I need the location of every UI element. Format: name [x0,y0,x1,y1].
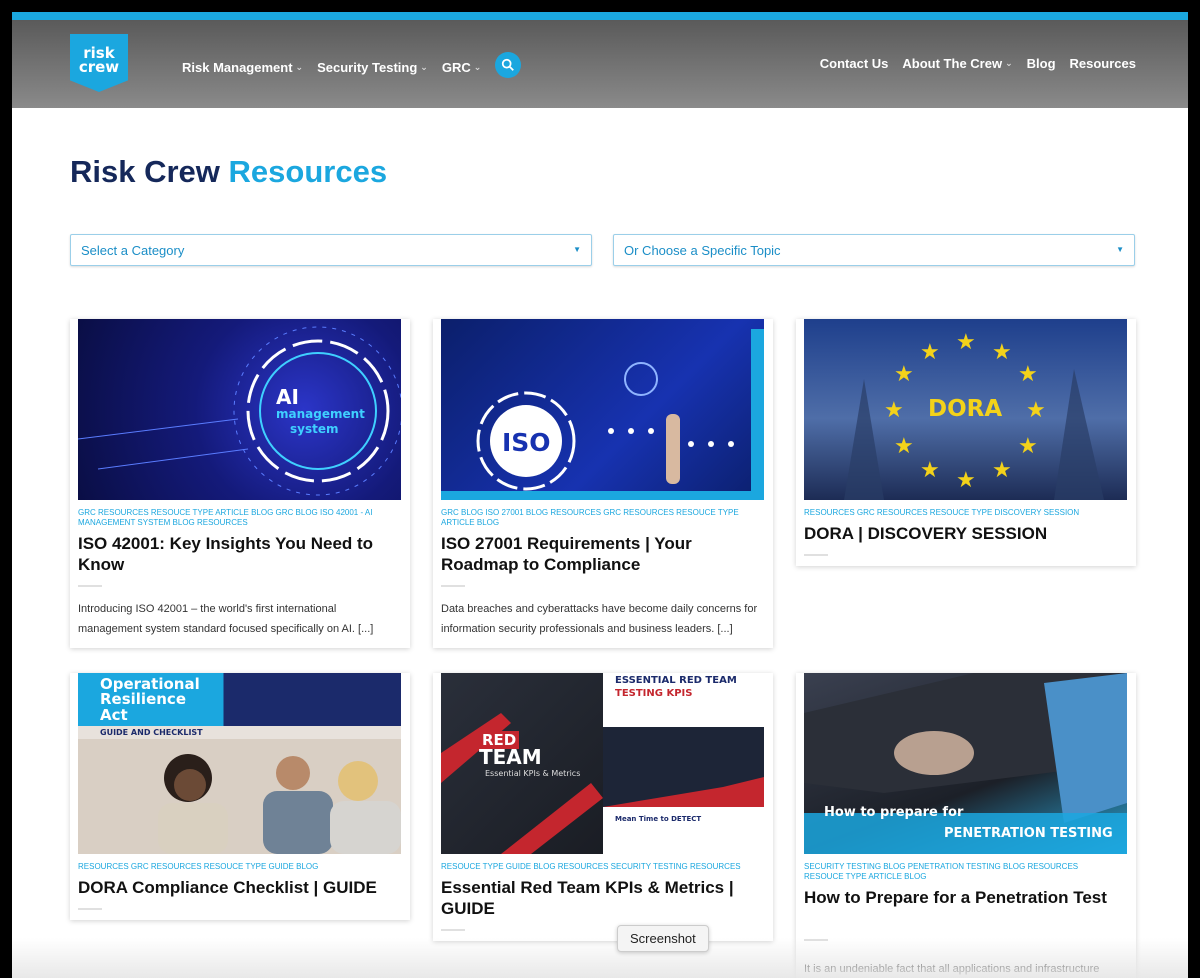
category-select[interactable]: Select a Category ▼ [70,234,592,266]
search-icon [502,58,515,71]
svg-text:★: ★ [992,340,1012,365]
nav-blog[interactable]: Blog [1027,56,1056,71]
card-categories[interactable]: GRC RESOURCES RESOUCE TYPE ARTICLE BLOG … [78,508,388,528]
svg-text:★: ★ [956,330,976,355]
resource-card[interactable]: ISO GRC BLOG ISO 27001 BLOG RESOURCES GR… [433,319,773,648]
card-categories[interactable]: GRC BLOG ISO 27001 BLOG RESOURCES GRC RE… [441,508,751,528]
nav-resources[interactable]: Resources [1070,56,1136,71]
primary-nav: Risk Management ⌄ Security Testing ⌄ GRC ⌄ [182,52,522,78]
card-title[interactable]: How to Prepare for a Penetration Test [804,887,1124,908]
resource-card[interactable]: ★ ★ ★ ★ ★ ★ ★ ★ ★ ★ ★ ★ DORA RESOURCES GRC RESOU… [796,319,1136,566]
card-title[interactable]: ISO 27001 Requirements | Your Roadmap to… [441,533,761,575]
resource-card[interactable]: How to prepare for PENETRATION TESTING S… [796,673,1136,978]
topic-select[interactable]: Or Choose a Specific Topic ▼ [613,234,1135,266]
card-categories[interactable]: RESOURCES GRC RESOURCES RESOUCE TYPE DIS… [804,508,1114,518]
card-thumbnail[interactable]: RED TEAM Essential KPIs & Metrics ESSENT… [441,673,764,854]
card-excerpt: It is an undeniable fact that all applic… [804,963,1100,975]
chevron-down-icon: ⌄ [420,61,428,72]
chevron-down-icon: ⌄ [295,61,304,72]
svg-text:★: ★ [894,362,914,387]
svg-text:★: ★ [956,468,976,493]
card-divider [441,929,465,931]
card-title[interactable]: DORA Compliance Checklist | GUIDE [78,877,398,898]
svg-text:★: ★ [992,458,1012,483]
card-divider [804,939,828,941]
resource-card[interactable]: Operational Resilience Act GUIDE AND CHE… [70,673,410,920]
kpi-chart-graphic [603,777,764,807]
card-title[interactable]: DORA | DISCOVERY SESSION [804,523,1124,544]
card-excerpt: Introducing ISO 42001 – the world's firs… [78,603,374,635]
card-thumbnail[interactable]: Operational Resilience Act GUIDE AND CHE… [78,673,401,854]
card-excerpt: Data breaches and cyberattacks have beco… [441,603,758,635]
svg-text:★: ★ [920,340,940,365]
card-categories[interactable]: RESOURCES GRC RESOURCES RESOUCE TYPE GUI… [78,862,388,872]
card-thumbnail[interactable]: ISO [441,319,764,500]
svg-text:★: ★ [1018,434,1038,459]
resource-card[interactable]: AI management system GRC RESOURCES RESOU… [70,319,410,648]
svg-text:★: ★ [920,458,940,483]
secondary-nav: Contact Us About The Crew ⌄ Blog Resource… [820,56,1136,71]
chevron-down-icon: ⌄ [473,61,482,72]
nav-grc[interactable]: GRC ⌄ [442,60,481,75]
svg-text:★: ★ [1018,362,1038,387]
screenshot-tooltip: Screenshot [617,925,709,952]
chevron-down-icon: ⌄ [1005,58,1013,68]
card-divider [441,585,465,587]
iso-graphic [441,329,764,500]
top-accent-strip [12,12,1188,20]
card-title[interactable]: Essential Red Team KPIs & Metrics | GUID… [441,877,761,919]
card-divider [78,585,102,587]
dropdown-caret-icon: ▼ [1116,245,1124,254]
card-thumbnail[interactable]: ★ ★ ★ ★ ★ ★ ★ ★ ★ ★ ★ ★ DORA [804,319,1127,500]
svg-text:★: ★ [884,398,904,423]
search-button[interactable] [495,52,522,78]
card-divider [804,554,828,556]
people-meeting-graphic [78,739,401,854]
card-divider [78,908,102,910]
svg-text:★: ★ [894,434,914,459]
dropdown-caret-icon: ▼ [573,245,581,254]
resource-card[interactable]: RED TEAM Essential KPIs & Metrics ESSENT… [433,673,773,941]
browser-viewport: risk crew Risk Management ⌄ Security Testi… [12,12,1188,978]
svg-text:★: ★ [1026,398,1046,423]
nav-security-testing[interactable]: Security Testing ⌄ [317,60,428,75]
nav-contact-us[interactable]: Contact Us [820,56,889,71]
card-title[interactable]: ISO 42001: Key Insights You Need to Know [78,533,398,575]
site-header: risk crew Risk Management ⌄ Security Testi… [12,20,1188,108]
card-thumbnail[interactable]: How to prepare for PENETRATION TESTING [804,673,1127,854]
card-thumbnail[interactable]: AI management system [78,319,401,500]
page-title: Risk Crew Resources [70,154,388,189]
card-categories[interactable]: RESOUCE TYPE GUIDE BLOG RESOURCES SECURI… [441,862,751,872]
risk-crew-logo[interactable]: risk crew [70,34,128,92]
nav-risk-management[interactable]: Risk Management ⌄ [182,60,303,75]
card-categories[interactable]: SECURITY TESTING BLOG PENETRATION TESTIN… [804,862,1114,882]
nav-about-the-crew[interactable]: About The Crew ⌄ [902,56,1012,71]
